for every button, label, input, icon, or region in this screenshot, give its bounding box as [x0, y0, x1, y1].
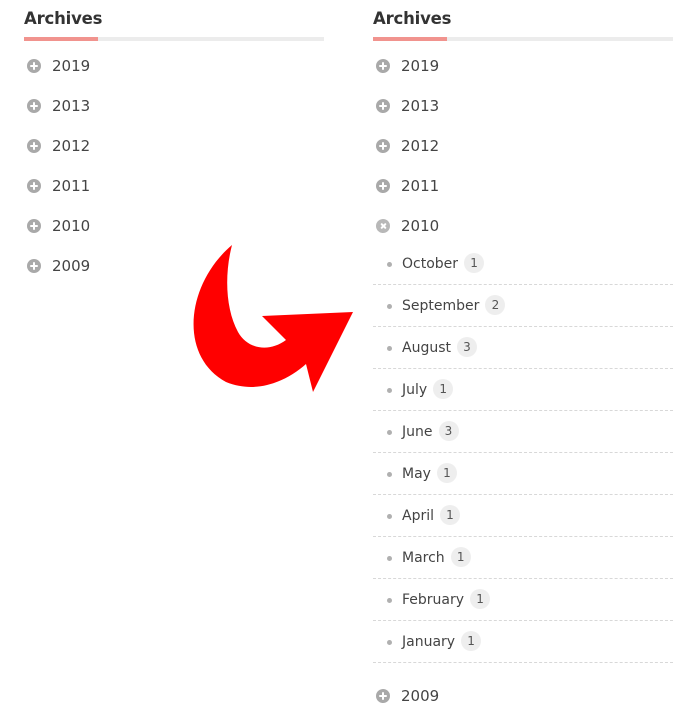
month-label[interactable]: May: [402, 466, 431, 482]
month-item-september[interactable]: September 2: [373, 285, 673, 327]
post-count-badge: 1: [433, 379, 454, 399]
post-count-badge: 1: [461, 631, 482, 651]
title-underline: [24, 37, 324, 41]
bullet-dot-icon: [387, 640, 392, 645]
bullet-dot-icon: [387, 388, 392, 393]
bullet-dot-icon: [387, 262, 392, 267]
month-label[interactable]: September: [402, 298, 479, 314]
post-count-badge: 1: [470, 589, 491, 609]
year-label[interactable]: 2013: [401, 97, 439, 115]
bullet-dot-icon: [387, 472, 392, 477]
plus-circle-icon[interactable]: [27, 219, 41, 233]
month-item-may[interactable]: May 1: [373, 453, 673, 495]
month-label[interactable]: April: [402, 508, 434, 524]
year-label[interactable]: 2011: [401, 177, 439, 195]
plus-circle-icon[interactable]: [376, 139, 390, 153]
month-label[interactable]: March: [402, 550, 445, 566]
year-item-2012[interactable]: 2012: [376, 134, 439, 158]
curved-arrow-icon: [193, 245, 353, 392]
title-underline-accent: [373, 37, 447, 41]
month-item-january[interactable]: January 1: [373, 621, 673, 663]
plus-circle-icon[interactable]: [27, 99, 41, 113]
plus-circle-icon[interactable]: [376, 689, 390, 703]
month-item-june[interactable]: June 3: [373, 411, 673, 453]
month-label[interactable]: July: [402, 382, 427, 398]
month-label[interactable]: October: [402, 256, 458, 272]
plus-circle-icon[interactable]: [27, 179, 41, 193]
year-item-2010[interactable]: 2010: [27, 214, 90, 238]
widget-title: Archives: [24, 9, 103, 28]
post-count-badge: 3: [438, 421, 459, 441]
year-item-2013[interactable]: 2013: [27, 94, 90, 118]
bullet-dot-icon: [387, 598, 392, 603]
month-item-august[interactable]: August 3: [373, 327, 673, 369]
plus-circle-icon[interactable]: [27, 59, 41, 73]
year-label[interactable]: 2019: [401, 57, 439, 75]
month-label[interactable]: June: [402, 424, 433, 440]
year-label[interactable]: 2009: [401, 687, 439, 705]
year-item-2010-expanded[interactable]: 2010: [376, 214, 439, 238]
month-item-april[interactable]: April 1: [373, 495, 673, 537]
year-label[interactable]: 2010: [52, 217, 90, 235]
post-count-badge: 1: [464, 253, 485, 273]
plus-circle-icon[interactable]: [27, 259, 41, 273]
post-count-badge: 1: [436, 463, 457, 483]
bullet-dot-icon: [387, 556, 392, 561]
widget-title: Archives: [373, 9, 452, 28]
month-item-march[interactable]: March 1: [373, 537, 673, 579]
year-item-2019[interactable]: 2019: [376, 54, 439, 78]
post-count-badge: 2: [485, 295, 506, 315]
year-item-2009[interactable]: 2009: [27, 254, 90, 278]
month-label[interactable]: January: [402, 634, 455, 650]
month-label[interactable]: August: [402, 340, 451, 356]
year-item-2013[interactable]: 2013: [376, 94, 439, 118]
year-label[interactable]: 2019: [52, 57, 90, 75]
year-label[interactable]: 2012: [401, 137, 439, 155]
year-item-2009[interactable]: 2009: [376, 684, 439, 708]
plus-circle-icon[interactable]: [27, 139, 41, 153]
month-item-july[interactable]: July 1: [373, 369, 673, 411]
plus-circle-icon[interactable]: [376, 99, 390, 113]
year-label[interactable]: 2013: [52, 97, 90, 115]
month-label[interactable]: February: [402, 592, 464, 608]
bullet-dot-icon: [387, 304, 392, 309]
year-item-2019[interactable]: 2019: [27, 54, 90, 78]
year-item-2011[interactable]: 2011: [27, 174, 90, 198]
post-count-badge: 3: [457, 337, 477, 357]
month-item-february[interactable]: February 1: [373, 579, 673, 621]
title-underline: [373, 37, 673, 41]
bullet-dot-icon: [387, 346, 392, 351]
title-underline-accent: [24, 37, 98, 41]
post-count-badge: 1: [440, 505, 460, 525]
year-label[interactable]: 2010: [401, 217, 439, 235]
month-list: October 1 September 2 August 3 July 1 June 3 …: [373, 243, 673, 663]
month-item-october[interactable]: October 1: [373, 243, 673, 285]
post-count-badge: 1: [450, 547, 471, 567]
year-item-2012[interactable]: 2012: [27, 134, 90, 158]
plus-circle-icon[interactable]: [376, 179, 390, 193]
year-label[interactable]: 2009: [52, 257, 90, 275]
bullet-dot-icon: [387, 430, 392, 435]
close-circle-icon[interactable]: [376, 219, 390, 233]
plus-circle-icon[interactable]: [376, 59, 390, 73]
year-label[interactable]: 2012: [52, 137, 90, 155]
year-label[interactable]: 2011: [52, 177, 90, 195]
year-item-2011[interactable]: 2011: [376, 174, 439, 198]
bullet-dot-icon: [387, 514, 392, 519]
